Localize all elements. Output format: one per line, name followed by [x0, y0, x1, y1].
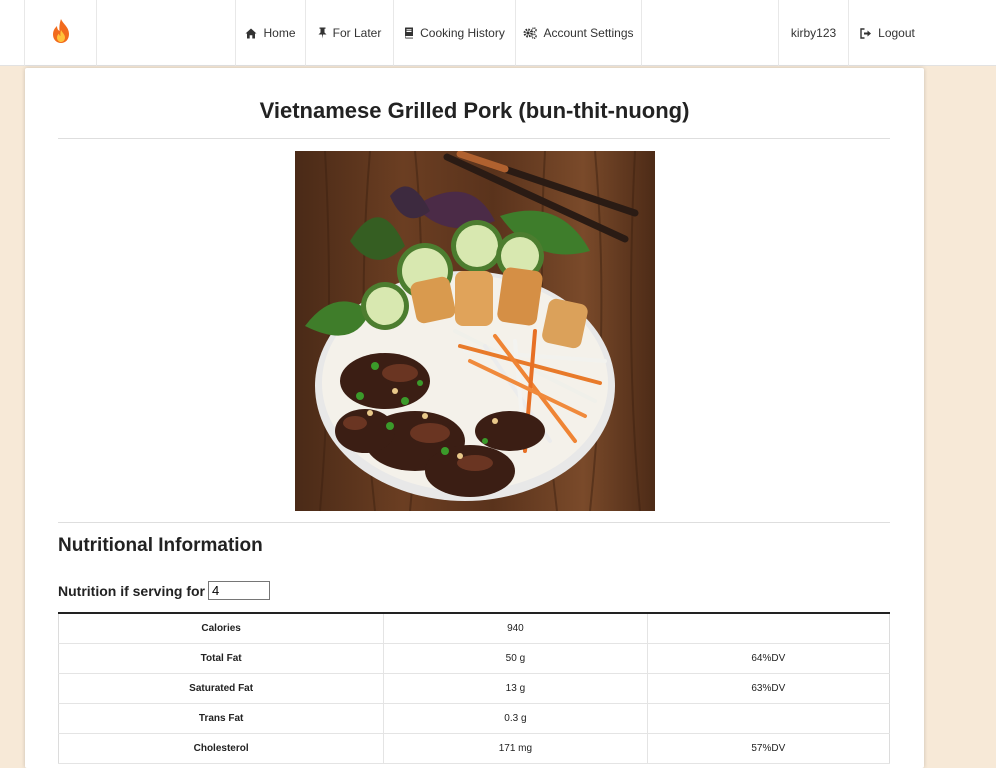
nutrient-label: Trans Fat	[58, 703, 385, 734]
photo-divider	[58, 522, 890, 523]
nutrient-amount: 171 mg	[383, 733, 648, 764]
nav-cooking-history[interactable]: Cooking History	[394, 0, 516, 66]
nutrient-daily-value	[647, 703, 890, 734]
nutrient-daily-value	[647, 613, 890, 644]
nutrient-amount: 50 g	[383, 643, 648, 674]
gears-icon	[523, 27, 538, 39]
nav-for-later-label: For Later	[332, 26, 382, 40]
brand-logo-link[interactable]	[24, 0, 97, 66]
nutrient-amount: 13 g	[383, 673, 648, 704]
username-label: kirby123	[790, 26, 837, 40]
nav-for-later[interactable]: For Later	[306, 0, 394, 66]
nutrient-label: Total Fat	[58, 643, 385, 674]
nutrient-label: Calories	[58, 613, 385, 644]
nav-username[interactable]: kirby123	[778, 0, 849, 66]
top-navbar: Home For Later Cooking History Account S…	[0, 0, 996, 66]
recipe-title: Vietnamese Grilled Pork (bun-thit-nuong)	[259, 98, 690, 123]
table-row: Calories 940	[58, 613, 890, 644]
nav-account-settings-label: Account Settings	[543, 26, 634, 40]
nutrient-amount: 940	[383, 613, 648, 644]
nutrient-amount: 0.3 g	[383, 703, 648, 734]
nutrition-heading: Nutritional Information	[58, 535, 263, 556]
nutrient-daily-value: 64%DV	[647, 643, 890, 674]
serving-size-input[interactable]	[208, 581, 270, 600]
nutrition-table: Calories 940 Total Fat 50 g 64%DV Satura…	[58, 612, 890, 764]
pin-icon	[318, 27, 327, 39]
nav-home[interactable]: Home	[235, 0, 306, 66]
logout-button[interactable]: Logout	[849, 0, 926, 66]
title-divider	[58, 138, 890, 139]
nav-account-settings[interactable]: Account Settings	[516, 0, 642, 66]
table-row: Trans Fat 0.3 g	[58, 703, 890, 734]
nav-home-label: Home	[263, 26, 296, 40]
recipe-card: Vietnamese Grilled Pork (bun-thit-nuong)	[25, 68, 924, 768]
serving-row: Nutrition if serving for	[58, 580, 270, 601]
table-row: Total Fat 50 g 64%DV	[58, 643, 890, 674]
fire-icon	[50, 18, 72, 49]
table-row: Saturated Fat 13 g 63%DV	[58, 673, 890, 704]
nutrient-daily-value: 57%DV	[647, 733, 890, 764]
nutrient-daily-value: 63%DV	[647, 673, 890, 704]
home-icon	[245, 28, 257, 39]
nutrient-label: Cholesterol	[58, 733, 385, 764]
nav-cooking-history-label: Cooking History	[420, 26, 505, 40]
logout-icon	[860, 27, 872, 39]
recipe-photo	[295, 151, 655, 511]
serving-label: Nutrition if serving for	[58, 582, 205, 599]
book-icon	[404, 27, 414, 39]
logout-label: Logout	[878, 26, 915, 40]
nutrient-label: Saturated Fat	[58, 673, 385, 704]
table-row: Cholesterol 171 mg 57%DV	[58, 733, 890, 764]
